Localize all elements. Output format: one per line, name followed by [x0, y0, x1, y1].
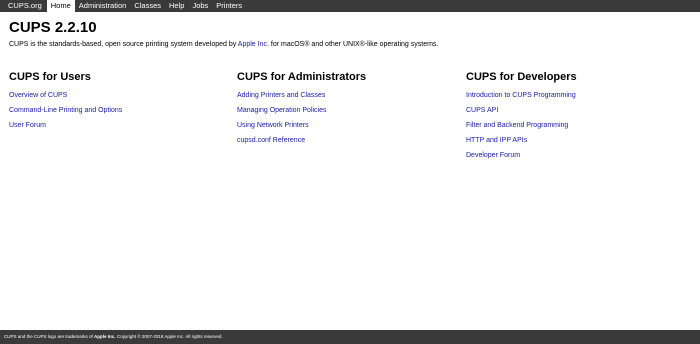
- section-users: CUPS for Users Overview of CUPS Command-…: [9, 71, 219, 129]
- link-http-and-ipp-apis[interactable]: HTTP and IPP APIs: [466, 137, 527, 144]
- link-command-line-printing[interactable]: Command-Line Printing and Options: [9, 107, 122, 114]
- section-heading-users: CUPS for Users: [9, 71, 91, 83]
- list-item: Developer Forum: [466, 151, 576, 166]
- section-heading-administrators: CUPS for Administrators: [237, 71, 367, 83]
- developers-link-list: Introduction to CUPS Programming CUPS AP…: [466, 91, 576, 166]
- footer-text: CUPS and the CUPS logo are trademarks of…: [0, 330, 700, 344]
- footer-bar: CUPS and the CUPS logo are trademarks of…: [0, 330, 700, 344]
- list-item: Managing Operation Policies: [237, 106, 327, 121]
- list-item: Command-Line Printing and Options: [9, 106, 122, 121]
- list-item: Using Network Printers: [237, 121, 327, 136]
- list-item: Adding Printers and Classes: [237, 91, 327, 106]
- section-administrators: CUPS for Administrators Adding Printers …: [237, 71, 447, 144]
- top-nav-bar: CUPS.org Home Administration Classes Hel…: [0, 0, 700, 12]
- section-developers: CUPS for Developers Introduction to CUPS…: [466, 71, 676, 159]
- link-intro-to-cups-programming[interactable]: Introduction to CUPS Programming: [466, 92, 576, 99]
- link-user-forum[interactable]: User Forum: [9, 122, 46, 129]
- link-cups-api[interactable]: CUPS API: [466, 107, 498, 114]
- link-using-network-printers[interactable]: Using Network Printers: [237, 122, 309, 129]
- footer-company: Apple Inc.: [94, 334, 116, 339]
- nav-item-administration[interactable]: Administration: [75, 0, 131, 12]
- list-item: Filter and Backend Programming: [466, 121, 576, 136]
- nav-item-cups-org[interactable]: CUPS.org: [4, 0, 47, 12]
- intro-text-before: CUPS is the standards-based, open source…: [9, 41, 238, 48]
- link-filter-and-backend-programming[interactable]: Filter and Backend Programming: [466, 122, 568, 129]
- list-item: User Forum: [9, 121, 122, 136]
- page-title: CUPS 2.2.10: [9, 19, 97, 36]
- list-item: Overview of CUPS: [9, 91, 122, 106]
- list-item: Introduction to CUPS Programming: [466, 91, 576, 106]
- apple-inc-link[interactable]: Apple Inc.: [238, 41, 269, 48]
- nav-item-printers[interactable]: Printers: [212, 0, 246, 12]
- section-heading-developers: CUPS for Developers: [466, 71, 577, 83]
- nav-item-jobs[interactable]: Jobs: [188, 0, 212, 12]
- nav-item-classes[interactable]: Classes: [130, 0, 165, 12]
- administrators-link-list: Adding Printers and Classes Managing Ope…: [237, 91, 327, 151]
- link-managing-operation-policies[interactable]: Managing Operation Policies: [237, 107, 327, 114]
- intro-text-after: for macOS® and other UNIX®-like operatin…: [268, 41, 439, 48]
- list-item: cupsd.conf Reference: [237, 136, 327, 151]
- footer-text-before: CUPS and the CUPS logo are trademarks of: [4, 334, 95, 339]
- footer-text-after: Copyright © 2007-2018 Apple Inc. All rig…: [115, 334, 223, 339]
- link-overview-of-cups[interactable]: Overview of CUPS: [9, 92, 67, 99]
- nav-item-home[interactable]: Home: [46, 0, 75, 12]
- nav-item-help[interactable]: Help: [165, 0, 188, 12]
- intro-paragraph: CUPS is the standards-based, open source…: [9, 40, 438, 49]
- list-item: HTTP and IPP APIs: [466, 136, 576, 151]
- link-developer-forum[interactable]: Developer Forum: [466, 152, 520, 159]
- link-adding-printers-and-classes[interactable]: Adding Printers and Classes: [237, 92, 325, 99]
- list-item: CUPS API: [466, 106, 576, 121]
- link-cupsd-conf-reference[interactable]: cupsd.conf Reference: [237, 137, 305, 144]
- users-link-list: Overview of CUPS Command-Line Printing a…: [9, 91, 122, 136]
